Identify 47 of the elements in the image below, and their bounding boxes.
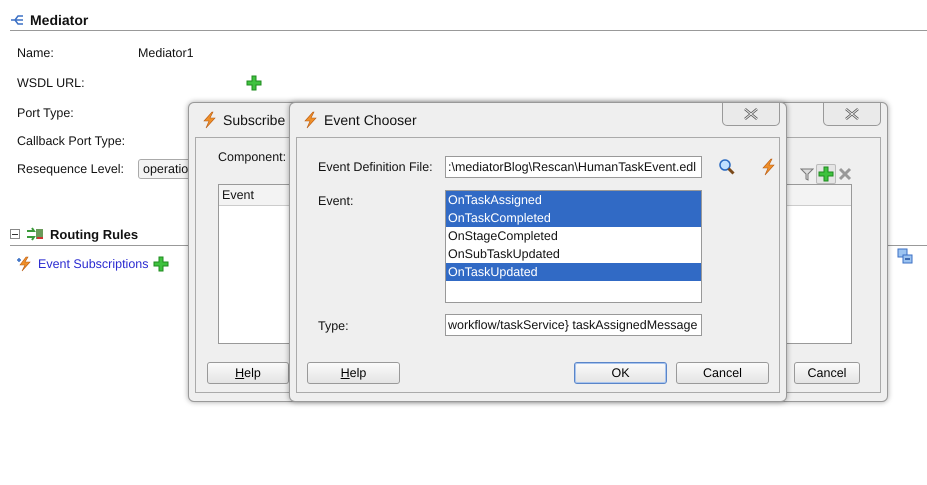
section-title: Routing Rules xyxy=(50,226,138,242)
field-label: Event Definition File: xyxy=(318,159,434,174)
field-value: Mediator1 xyxy=(138,46,194,60)
add-icon[interactable] xyxy=(153,256,170,272)
column-header[interactable]: Event xyxy=(219,188,254,202)
copy-icon[interactable] xyxy=(897,248,913,264)
dialog-button[interactable]: Help xyxy=(207,362,289,384)
type-field[interactable]: workflow/taskService} taskAssignedMessage xyxy=(445,314,702,336)
field-label: WSDL URL: xyxy=(17,76,86,90)
component-label: Component: xyxy=(218,150,288,164)
event-option[interactable]: OnStageCompleted xyxy=(446,227,701,245)
event-subscriptions-link[interactable]: Event Subscriptions xyxy=(38,257,148,271)
event-option[interactable]: OnTaskAssigned xyxy=(446,191,701,209)
close-button[interactable] xyxy=(722,103,780,126)
dialog-button[interactable]: OK xyxy=(574,362,667,384)
field-label: Name: xyxy=(17,46,55,60)
filter-icon[interactable] xyxy=(800,167,814,181)
add-icon[interactable] xyxy=(246,75,262,91)
event-option[interactable]: OnSubTaskUpdated xyxy=(446,245,701,263)
field-label: Event: xyxy=(318,193,354,208)
field-label: Port Type: xyxy=(17,106,75,120)
dialog-button[interactable]: Cancel xyxy=(676,362,769,384)
lightning-icon xyxy=(201,111,217,129)
delete-icon[interactable] xyxy=(838,167,852,181)
collapse-toggle[interactable] xyxy=(10,229,20,239)
section-title: Mediator xyxy=(30,12,88,28)
close-icon[interactable] xyxy=(743,108,759,120)
event-option[interactable]: OnTaskCompleted xyxy=(446,209,701,227)
search-icon[interactable] xyxy=(718,158,736,176)
tree-icon xyxy=(10,13,24,27)
add-button[interactable] xyxy=(816,164,836,184)
dialog-button[interactable]: Help xyxy=(307,362,400,384)
event-list[interactable]: OnTaskAssigned OnTaskCompleted OnStageCompleted OnSubTaskUpdated OnTaskUpdated xyxy=(445,190,702,303)
lightning-icon[interactable] xyxy=(760,158,776,176)
field-label: Callback Port Type: xyxy=(17,134,126,148)
dialog-title: Event Chooser xyxy=(324,112,417,128)
close-icon[interactable] xyxy=(844,108,860,120)
lightning-icon xyxy=(302,111,318,129)
close-button[interactable] xyxy=(823,103,881,126)
field-label: Type: xyxy=(318,318,350,333)
dialog-button[interactable]: Cancel xyxy=(794,362,860,384)
file-field[interactable]: :\mediatorBlog\Rescan\HumanTaskEvent.edl xyxy=(445,156,702,178)
lightning-icon xyxy=(17,256,33,272)
field-label: Resequence Level: xyxy=(17,162,126,176)
event-option[interactable]: OnTaskUpdated xyxy=(446,263,701,281)
dialog-title: Subscribe xyxy=(223,112,286,128)
routing-icon xyxy=(26,226,44,242)
